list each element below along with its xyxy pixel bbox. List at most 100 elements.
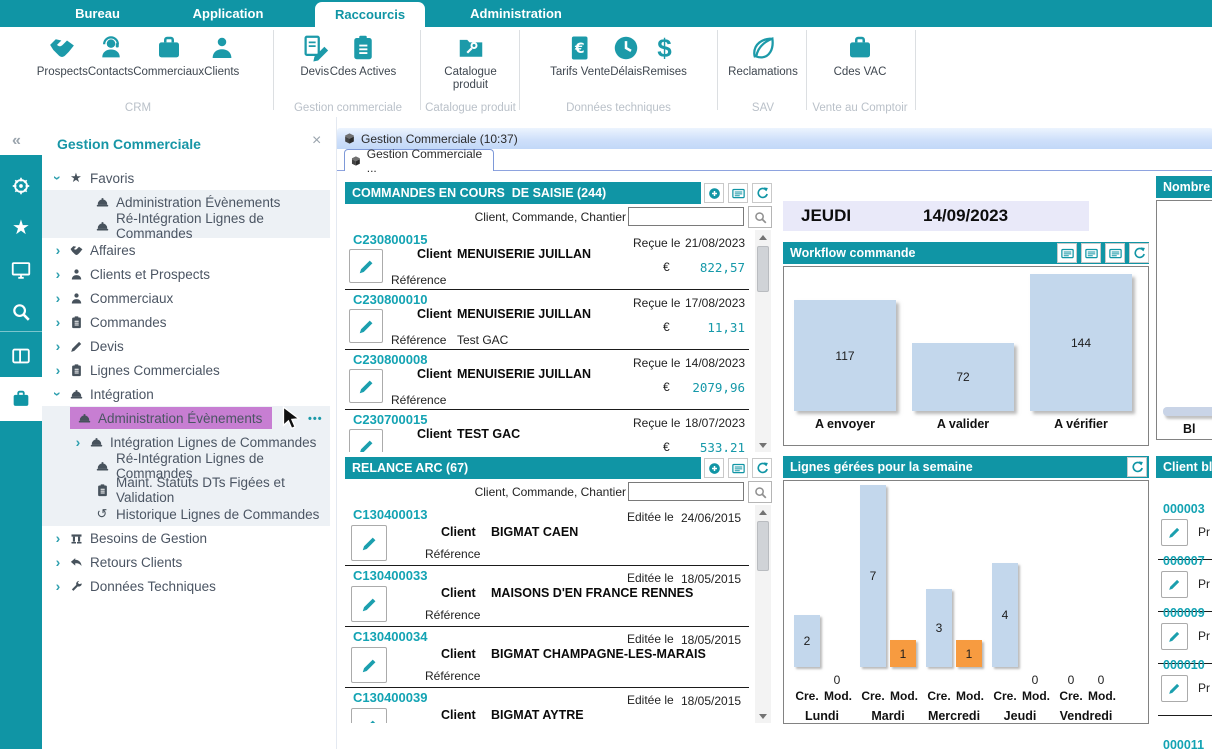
list-view-button[interactable]	[1057, 243, 1077, 263]
edit-button[interactable]	[349, 429, 383, 452]
chevron-down-icon[interactable]: ›	[50, 170, 66, 186]
search-input[interactable]	[628, 207, 744, 226]
tab-bureau[interactable]: Bureau	[60, 0, 135, 27]
tree-item-historique[interactable]: ↺Historique Lignes de Commandes	[42, 502, 330, 526]
edit-button[interactable]	[351, 525, 387, 561]
tree-item-favoris[interactable]: ›★Favoris	[42, 166, 330, 190]
chevron-right-icon[interactable]: ›	[50, 578, 66, 594]
tree-item-besoins[interactable]: ›Besoins de Gestion	[42, 526, 330, 550]
tarifs-vente-button[interactable]: Tarifs Vente	[550, 27, 610, 79]
order-row[interactable]: C130400039 Editée le 18/05/2015 Client B…	[345, 688, 749, 723]
sidebar-collapse-icon[interactable]: «	[12, 132, 19, 150]
edit-button[interactable]	[349, 369, 383, 403]
tree-item-devis[interactable]: ›Devis	[42, 334, 330, 358]
prospects-button[interactable]: Prospects	[37, 27, 88, 79]
commerciaux-button[interactable]: Commerciaux	[133, 27, 204, 79]
tree-item-affaires[interactable]: ›Affaires	[42, 238, 330, 262]
tree-item-retours[interactable]: ›Retours Clients	[42, 550, 330, 574]
remises-button[interactable]: $Remises	[642, 27, 687, 79]
tree-item-commerciaux[interactable]: ›Commerciaux	[42, 286, 330, 310]
delais-button[interactable]: Délais	[610, 27, 642, 79]
chevron-right-icon[interactable]: ›	[50, 362, 66, 378]
tree-item-reintegration[interactable]: Ré-Intégration Lignes de Commandes	[42, 214, 330, 238]
chevron-right-icon[interactable]: ›	[50, 338, 66, 354]
edit-button[interactable]	[351, 647, 387, 683]
briefcase-rail-icon[interactable]	[0, 377, 42, 421]
chevron-right-icon[interactable]: ›	[50, 314, 66, 330]
cdes-actives-button[interactable]: Cdes Actives	[330, 27, 396, 79]
wheel-icon[interactable]	[0, 165, 42, 207]
scroll-up-button[interactable]	[755, 505, 771, 519]
edit-button[interactable]	[349, 249, 383, 283]
order-row[interactable]: C130400013 Editée le 24/06/2015 Client B…	[345, 505, 749, 566]
catalogue-produit-button[interactable]: Catalogue produit	[432, 27, 510, 92]
search-input[interactable]	[628, 482, 744, 501]
list-view-button[interactable]	[1105, 243, 1125, 263]
order-row[interactable]: C230800008 Reçue le 14/08/2023 Client ME…	[345, 350, 749, 410]
cdes-vac-button[interactable]: Cdes VAC	[834, 27, 887, 79]
value-lundi-mod: 0	[824, 673, 850, 687]
tree-item-maint-statuts[interactable]: Maint. Statuts DTs Figées et Validation	[42, 478, 330, 502]
scroll-down-button[interactable]	[755, 709, 771, 723]
edit-button[interactable]	[1161, 571, 1188, 598]
tree-item-donnees-techniques[interactable]: ›Données Techniques	[42, 574, 330, 598]
scroll-down-button[interactable]	[755, 438, 771, 452]
chevron-right-icon[interactable]: ›	[50, 266, 66, 282]
chevron-right-icon[interactable]: ›	[50, 554, 66, 570]
refresh-button[interactable]	[1129, 243, 1149, 263]
relance-scrollbar[interactable]	[755, 505, 771, 723]
tree-item-commandes[interactable]: ›Commandes	[42, 310, 330, 334]
chevron-down-icon[interactable]: ›	[50, 386, 66, 402]
toolbar-group-sav: Reclamations SAV	[722, 27, 804, 117]
list-view-button[interactable]	[728, 458, 748, 478]
sidebar-close-icon[interactable]: ×	[312, 132, 321, 150]
order-row[interactable]: C130400033 Editée le 18/05/2015 Client M…	[345, 566, 749, 627]
list-view-button[interactable]	[728, 183, 748, 203]
tree-item-clients-prospects[interactable]: ›Clients et Prospects	[42, 262, 330, 286]
list-view-button[interactable]	[1081, 243, 1101, 263]
pencil-icon	[357, 377, 376, 396]
contacts-button[interactable]: Contacts	[88, 27, 133, 79]
reclamations-button[interactable]: Reclamations	[728, 27, 798, 79]
chevron-right-icon[interactable]: ›	[70, 434, 86, 450]
tab-raccourcis[interactable]: Raccourcis	[315, 2, 425, 27]
tab-application[interactable]: Application	[184, 0, 272, 27]
chevron-right-icon[interactable]: ›	[50, 530, 66, 546]
chevron-right-icon[interactable]: ›	[50, 290, 66, 306]
value-vendredi-cre: 0	[1058, 673, 1084, 687]
tree-item-integration[interactable]: ›Intégration	[42, 382, 330, 406]
order-row[interactable]: C230700015 Reçue le 18/07/2023 Client TE…	[345, 410, 749, 452]
scroll-up-button[interactable]	[755, 230, 771, 244]
tree-item-lignes-commerciales[interactable]: ›Lignes Commerciales	[42, 358, 330, 382]
refresh-button[interactable]	[1127, 457, 1147, 477]
devis-button[interactable]: Devis	[300, 27, 330, 79]
search-icon[interactable]	[0, 291, 42, 333]
order-row[interactable]: C130400034 Editée le 18/05/2015 Client B…	[345, 627, 749, 688]
add-button[interactable]	[704, 183, 724, 203]
scroll-thumb[interactable]	[757, 246, 769, 292]
tab-administration[interactable]: Administration	[462, 0, 570, 27]
clients-button[interactable]: Clients	[204, 27, 239, 79]
day-label: Vendredi	[1054, 709, 1118, 723]
chevron-right-icon[interactable]: ›	[50, 242, 66, 258]
edit-button[interactable]	[1161, 519, 1188, 546]
monitor-icon[interactable]	[0, 249, 42, 291]
search-button[interactable]	[748, 206, 772, 228]
add-button[interactable]	[704, 458, 724, 478]
edit-button[interactable]	[351, 586, 387, 622]
refresh-button[interactable]	[752, 458, 772, 478]
refresh-button[interactable]	[752, 183, 772, 203]
scroll-thumb[interactable]	[757, 521, 769, 571]
commandes-scrollbar[interactable]	[755, 230, 771, 452]
order-row[interactable]: C230800010 Reçue le 17/08/2023 Client ME…	[345, 290, 749, 350]
row-actions-menu[interactable]: •••	[308, 413, 323, 425]
edit-button[interactable]	[349, 309, 383, 343]
tab-gestion-commerciale[interactable]: Gestion Commerciale ...	[344, 149, 494, 171]
order-row[interactable]: C230800015 Reçue le 21/08/2023 Client ME…	[345, 230, 749, 290]
search-button[interactable]	[748, 481, 772, 503]
edit-button[interactable]	[1161, 623, 1188, 650]
star-icon[interactable]: ★	[0, 207, 42, 249]
edit-button[interactable]	[351, 708, 387, 723]
panels-icon[interactable]	[0, 335, 42, 377]
edit-button[interactable]	[1161, 675, 1188, 702]
